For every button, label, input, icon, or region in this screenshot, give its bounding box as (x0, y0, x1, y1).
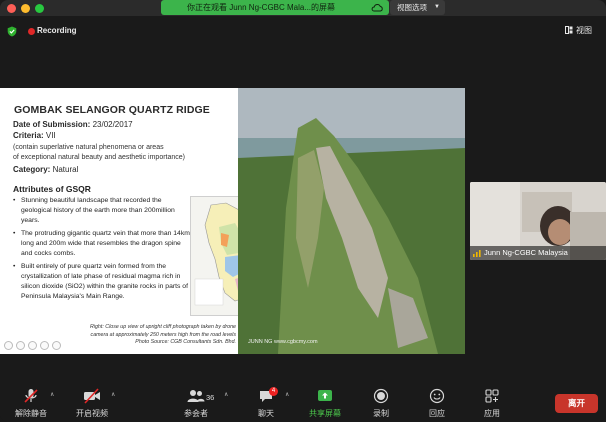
cloud-icon (371, 3, 383, 12)
chat-options-caret[interactable]: ∧ (285, 391, 289, 398)
apps-grid-icon (485, 389, 499, 403)
meeting-toolbar: 解除静音 ∧ 开启视频 ∧ 参会者 36 ∧ 聊天 4 ∧ 共享屏幕 录制 回应… (0, 378, 606, 422)
participant-name-label: Junn Ng-CGBC Malaysia (470, 246, 606, 260)
start-video-label: 开启视频 (76, 409, 108, 418)
pen-icon[interactable] (28, 341, 37, 350)
view-options-label: 视图选项 (397, 3, 427, 12)
view-button-label: 视图 (576, 26, 592, 35)
chat-unread-badge: 4 (269, 387, 278, 396)
apps-button[interactable]: 应用 (470, 388, 514, 418)
criteria-note-1: (contain superlative natural phenomena o… (13, 144, 164, 151)
shared-screen: GOMBAK SELANGOR QUARTZ RIDGE Date of Sub… (0, 88, 465, 354)
video-options-caret[interactable]: ∧ (111, 391, 115, 398)
close-window-button[interactable] (7, 4, 16, 13)
attribute-bullet: The protruding gigantic quartz vein that… (13, 229, 191, 259)
participants-count: 36 (206, 393, 215, 402)
attribute-bullet: Stunning beautiful landscape that record… (13, 196, 191, 226)
maximize-window-button[interactable] (35, 4, 44, 13)
share-screen-label: 共享屏幕 (309, 409, 341, 418)
zoom-meeting-window: 你正在观看 Junn Ng-CGBC Mala...的屏幕 视图选项 ▼ Rec… (0, 0, 606, 422)
recording-label: Recording (37, 26, 77, 35)
signal-strength-icon (473, 250, 481, 257)
participants-icon (187, 390, 205, 402)
minimize-window-button[interactable] (21, 4, 30, 13)
participant-video-tile[interactable]: Junn Ng-CGBC Malaysia (470, 182, 606, 260)
criteria: Criteria: VII (13, 131, 56, 140)
attributes-list: Stunning beautiful landscape that record… (13, 196, 191, 305)
screen-share-banner: 你正在观看 Junn Ng-CGBC Mala...的屏幕 (161, 0, 389, 15)
photo-credit: JUNN NG www.cgbcmy.com (248, 339, 318, 345)
share-screen-button[interactable]: 共享屏幕 (303, 388, 347, 418)
leave-meeting-button[interactable]: 离开 (555, 394, 598, 413)
criteria-value: VII (43, 131, 56, 140)
chevron-down-icon: ▼ (434, 4, 440, 10)
microphone-muted-icon (24, 389, 38, 403)
more-icon[interactable] (52, 341, 61, 350)
apps-label: 应用 (484, 409, 500, 418)
previous-slide-icon[interactable] (4, 341, 13, 350)
unmute-button[interactable]: 解除静音 (9, 388, 53, 418)
criteria-label: Criteria: (13, 131, 44, 140)
grid-view-icon (565, 26, 573, 34)
record-icon (373, 388, 389, 404)
submission-date: Date of Submission: 23/02/2017 (13, 120, 133, 129)
view-options-dropdown[interactable]: 视图选项 ▼ (390, 0, 445, 15)
record-label: 录制 (373, 409, 389, 418)
participant-name: Junn Ng-CGBC Malaysia (484, 248, 568, 257)
share-screen-icon (318, 390, 332, 401)
chat-label: 聊天 (258, 409, 274, 418)
audio-options-caret[interactable]: ∧ (50, 391, 54, 398)
attribute-bullet: Built entirely of pure quartz vein forme… (13, 262, 191, 302)
unmute-label: 解除静音 (15, 409, 47, 418)
video-off-icon (84, 388, 100, 404)
participants-options-caret[interactable]: ∧ (224, 391, 228, 398)
participants-label: 参会者 (184, 409, 208, 418)
record-button[interactable]: 录制 (359, 388, 403, 418)
caption-line: camera at approximately 250 meters high … (90, 331, 236, 338)
reaction-smiley-icon (429, 388, 445, 404)
date-label: Date of Submission: (13, 120, 91, 129)
date-value: 23/02/2017 (90, 120, 133, 129)
shield-check-icon[interactable] (7, 26, 17, 37)
attributes-title: Attributes of GSQR (13, 184, 91, 194)
caption-line: Right: Close up view of upright cliff ph… (89, 324, 236, 330)
category-value: Natural (50, 165, 79, 174)
next-slide-icon[interactable] (16, 341, 25, 350)
reactions-button[interactable]: 回应 (415, 388, 459, 418)
recording-dot-icon (28, 28, 35, 35)
criteria-note-2: of exceptional natural beauty and aesthe… (13, 154, 185, 161)
view-button[interactable]: 视图 (565, 25, 592, 36)
caption-line: Photo Source: CGB Consultants Sdn. Bhd. (135, 339, 236, 345)
category-label: Category: (13, 165, 51, 174)
title-bar: 你正在观看 Junn Ng-CGBC Mala...的屏幕 视图选项 ▼ (0, 0, 606, 16)
reactions-label: 回应 (429, 409, 445, 418)
meeting-top-bar: Recording 视图 (0, 16, 606, 46)
slide-title: GOMBAK SELANGOR QUARTZ RIDGE (14, 104, 210, 116)
chat-button[interactable]: 聊天 (244, 388, 288, 418)
zoom-icon[interactable] (40, 341, 49, 350)
photo-caption: Right: Close up view of upright cliff ph… (60, 324, 236, 347)
slide-controls (4, 341, 64, 350)
start-video-button[interactable]: 开启视频 (70, 388, 114, 418)
landscape-photo-icon (238, 88, 465, 354)
category: Category: Natural (13, 165, 78, 174)
quartz-ridge-photo (238, 88, 465, 354)
